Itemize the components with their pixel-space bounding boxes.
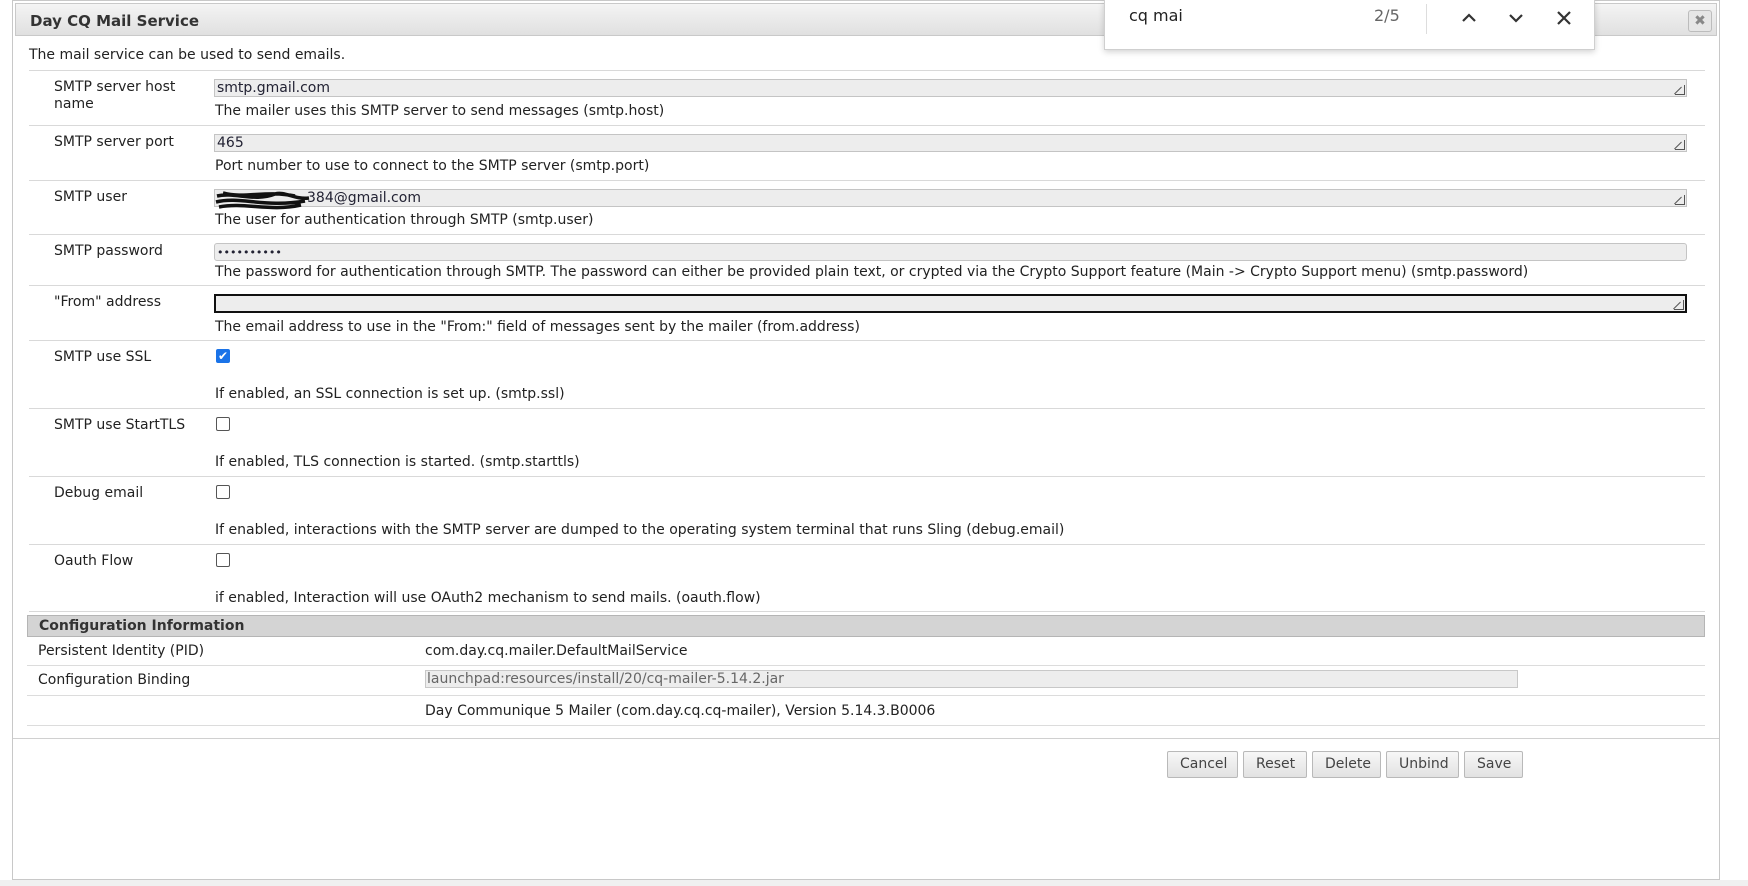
smtp-password-input[interactable]: •••••••••• [214, 243, 1687, 261]
dialog-title: Day CQ Mail Service [30, 12, 200, 30]
pid-label: Persistent Identity (PID) [38, 643, 205, 659]
bundle-value: Day Communique 5 Mailer (com.day.cq.cq-m… [425, 703, 936, 719]
oauth-flow-label: Oauth Flow [54, 553, 134, 569]
debug-email-label: Debug email [54, 485, 144, 501]
cancel-button[interactable]: Cancel [1167, 751, 1238, 778]
debug-email-checkbox[interactable] [216, 485, 230, 499]
field-row-from-address: "From" address The email address to use … [29, 285, 1705, 340]
config-row-binding: Configuration Binding launchpad:resource… [27, 666, 1705, 696]
smtp-password-label: SMTP password [54, 243, 163, 259]
field-row-smtp-ssl: SMTP use SSL ✔ If enabled, an SSL connec… [29, 340, 1705, 408]
config-row-bundle: Day Communique 5 Mailer (com.day.cq.cq-m… [27, 696, 1705, 726]
mail-service-dialog: Day CQ Mail Service ✖ The mail service c… [12, 0, 1720, 880]
smtp-port-label: SMTP server port [54, 134, 174, 150]
pid-value: com.day.cq.mailer.DefaultMailService [425, 643, 688, 659]
smtp-password-help: The password for authentication through … [215, 264, 1529, 280]
smtp-host-label: SMTP server host name [54, 79, 176, 112]
find-match-count: 2/5 [1374, 6, 1400, 25]
dialog-description: The mail service can be used to send ema… [29, 47, 346, 63]
field-row-smtp-host: SMTP server host name smtp.gmail.com The… [29, 70, 1705, 125]
config-info-header: Configuration Information [27, 615, 1705, 637]
binding-value: launchpad:resources/install/20/cq-mailer… [427, 671, 784, 687]
config-row-pid: Persistent Identity (PID) com.day.cq.mai… [27, 637, 1705, 666]
from-address-label: "From" address [54, 294, 162, 310]
smtp-ssl-checkbox[interactable]: ✔ [216, 349, 230, 363]
smtp-starttls-checkbox[interactable] [216, 417, 230, 431]
smtp-starttls-help: If enabled, TLS connection is started. (… [215, 454, 580, 470]
smtp-user-input[interactable]: 384@gmail.com [214, 189, 1687, 210]
smtp-user-value: 384@gmail.com [307, 190, 421, 206]
redaction-scribble [215, 191, 310, 210]
chevron-down-icon[interactable] [1502, 4, 1530, 32]
chevron-up-icon[interactable] [1455, 4, 1483, 32]
oauth-flow-help: if enabled, Interaction will use OAuth2 … [215, 590, 761, 606]
resize-handle-icon[interactable] [1675, 85, 1685, 95]
page-bottom-strip [0, 880, 1748, 886]
footer-divider [13, 738, 1719, 739]
smtp-port-input[interactable]: 465 [214, 134, 1687, 152]
checkmark-icon: ✔ [217, 349, 229, 363]
smtp-user-help: The user for authentication through SMTP… [215, 212, 594, 228]
smtp-host-input[interactable]: smtp.gmail.com [214, 79, 1687, 97]
from-address-input[interactable] [214, 294, 1687, 313]
oauth-flow-checkbox[interactable] [216, 553, 230, 567]
field-row-debug-email: Debug email If enabled, interactions wit… [29, 476, 1705, 544]
resize-handle-icon[interactable] [1675, 140, 1685, 150]
binding-input[interactable]: launchpad:resources/install/20/cq-mailer… [425, 670, 1518, 688]
find-separator [1426, 4, 1427, 34]
from-address-help: The email address to use in the "From:" … [215, 319, 860, 335]
smtp-password-value: •••••••••• [217, 246, 282, 259]
smtp-user-label: SMTP user [54, 189, 127, 205]
field-row-smtp-port: SMTP server port 465 Port number to use … [29, 125, 1705, 180]
smtp-ssl-label: SMTP use SSL [54, 349, 152, 365]
smtp-port-help: Port number to use to connect to the SMT… [215, 158, 650, 174]
reset-button[interactable]: Reset [1243, 751, 1307, 778]
unbind-button[interactable]: Unbind [1386, 751, 1459, 778]
resize-handle-icon[interactable] [1675, 195, 1685, 205]
field-row-smtp-starttls: SMTP use StartTLS If enabled, TLS connec… [29, 408, 1705, 476]
field-row-oauth-flow: Oauth Flow if enabled, Interaction will … [29, 544, 1705, 612]
find-query-input[interactable]: cq mai [1129, 6, 1183, 25]
find-in-page-bar: cq mai 2/5 [1104, 0, 1595, 50]
binding-label: Configuration Binding [38, 672, 191, 688]
field-row-smtp-password: SMTP password •••••••••• The password fo… [29, 234, 1705, 285]
smtp-ssl-help: If enabled, an SSL connection is set up.… [215, 386, 565, 402]
debug-email-help: If enabled, interactions with the SMTP s… [215, 522, 1065, 538]
smtp-port-value: 465 [217, 135, 244, 151]
smtp-host-help: The mailer uses this SMTP server to send… [215, 103, 665, 119]
resize-handle-icon[interactable] [1674, 300, 1684, 310]
close-dialog-icon[interactable]: ✖ [1688, 10, 1712, 32]
field-row-smtp-user: SMTP user 384@gmail.com The user for aut… [29, 180, 1705, 234]
close-icon[interactable] [1550, 4, 1578, 32]
smtp-starttls-label: SMTP use StartTLS [54, 417, 186, 433]
delete-button[interactable]: Delete [1312, 751, 1381, 778]
save-button[interactable]: Save [1464, 751, 1523, 778]
smtp-host-value: smtp.gmail.com [217, 80, 330, 96]
